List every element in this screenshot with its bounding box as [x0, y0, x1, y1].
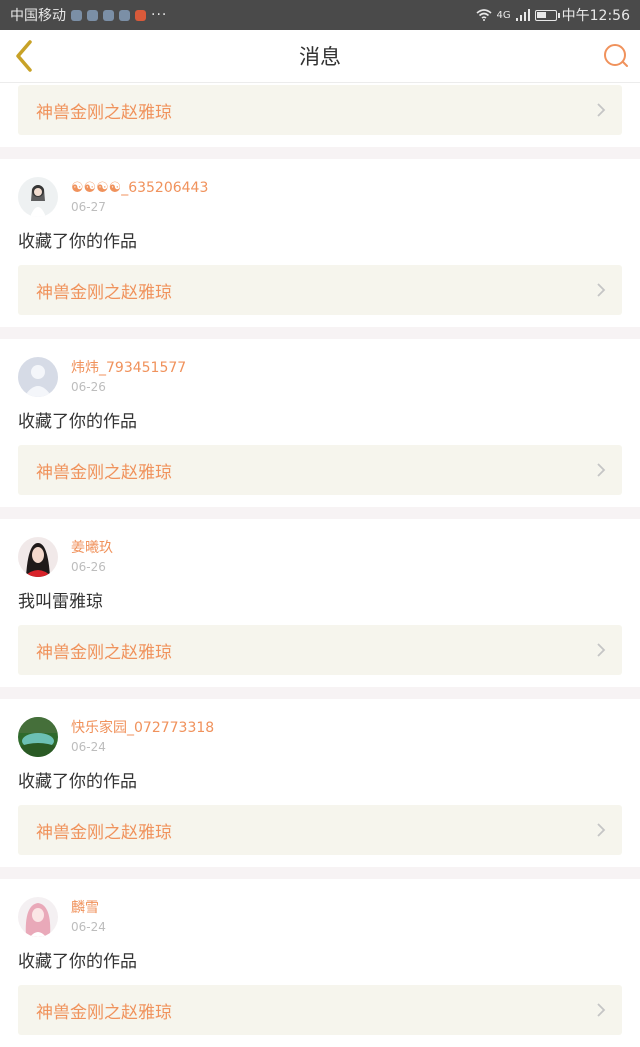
more-notifications-icon: ···	[151, 7, 168, 23]
chevron-right-icon	[597, 283, 606, 297]
username[interactable]: 麟雪	[71, 899, 106, 917]
app-notification-icon	[103, 9, 114, 21]
search-icon[interactable]	[602, 42, 630, 70]
work-link[interactable]: 神兽金刚之赵雅琼	[18, 445, 622, 495]
battery-icon	[534, 9, 560, 21]
message-date: 06-26	[71, 559, 106, 574]
chevron-right-icon	[597, 1003, 606, 1017]
chevron-right-icon	[597, 643, 606, 657]
work-link[interactable]: 神兽金刚之赵雅琼	[18, 265, 622, 315]
avatar[interactable]	[18, 897, 58, 937]
app-notification-icon	[119, 9, 130, 21]
chevron-left-icon[interactable]	[10, 38, 40, 74]
avatar[interactable]	[18, 537, 58, 577]
carrier-label: 中国移动	[10, 8, 66, 24]
chevron-right-icon	[597, 823, 606, 837]
message-date: 06-26	[71, 379, 106, 394]
signal-icon	[515, 9, 530, 21]
username[interactable]: 炜炜_793451577	[71, 359, 186, 377]
work-title: 神兽金刚之赵雅琼	[36, 642, 172, 663]
work-link[interactable]: 神兽金刚之赵雅琼	[18, 625, 622, 675]
avatar[interactable]	[18, 357, 58, 397]
message-text: 收藏了你的作品	[18, 232, 137, 252]
separator	[0, 507, 640, 519]
avatar[interactable]	[18, 177, 58, 217]
work-title: 神兽金刚之赵雅琼	[36, 462, 172, 483]
separator	[0, 147, 640, 159]
message-text: 收藏了你的作品	[18, 952, 137, 972]
message-text: 我叫雷雅琼	[18, 592, 103, 612]
username[interactable]: 姜曦玖	[71, 539, 113, 557]
clock: 中午12:56	[561, 8, 630, 24]
battery-level	[536, 11, 546, 18]
separator	[0, 687, 640, 699]
message-header: 快乐家园_072773318 06-24	[0, 717, 640, 757]
work-link[interactable]: 神兽金刚之赵雅琼	[18, 85, 622, 135]
page-title: 消息	[299, 45, 341, 69]
message-header: ☯☯☯☯_635206443 06-27	[0, 177, 640, 217]
username[interactable]: 快乐家园_072773318	[71, 719, 214, 737]
video-notification-icon	[135, 9, 146, 21]
app-notification-icon	[71, 9, 82, 21]
message-date: 06-24	[71, 739, 106, 754]
separator	[0, 867, 640, 879]
work-title: 神兽金刚之赵雅琼	[36, 822, 172, 843]
avatar[interactable]	[18, 717, 58, 757]
app-notification-icon	[87, 9, 98, 21]
username[interactable]: ☯☯☯☯_635206443	[71, 179, 208, 197]
message-text: 收藏了你的作品	[18, 412, 137, 432]
chevron-right-icon	[597, 463, 606, 477]
message-date: 06-24	[71, 919, 106, 934]
list-item: 神兽金刚之赵雅琼	[0, 82, 640, 147]
chevron-right-icon	[597, 103, 606, 117]
list-item: 麟雪 06-24 收藏了你的作品 神兽金刚之赵雅琼	[0, 879, 640, 1047]
message-header: 姜曦玖 06-26	[0, 537, 640, 577]
work-title: 神兽金刚之赵雅琼	[36, 1002, 172, 1023]
work-title: 神兽金刚之赵雅琼	[36, 102, 172, 123]
message-header: 炜炜_793451577 06-26	[0, 357, 640, 397]
list-item: 快乐家园_072773318 06-24 收藏了你的作品 神兽金刚之赵雅琼	[0, 699, 640, 867]
separator	[0, 327, 640, 339]
list-item: 姜曦玖 06-26 我叫雷雅琼 神兽金刚之赵雅琼	[0, 519, 640, 687]
message-list: 神兽金刚之赵雅琼 ☯☯☯☯_635206443 06-27 收藏了你的作品 神兽…	[0, 82, 640, 1047]
network-type-label: 4G	[496, 9, 511, 21]
message-date: 06-27	[71, 199, 106, 214]
app-header: 消息	[0, 30, 640, 83]
list-item: 炜炜_793451577 06-26 收藏了你的作品 神兽金刚之赵雅琼	[0, 339, 640, 507]
message-text: 收藏了你的作品	[18, 772, 137, 792]
work-link[interactable]: 神兽金刚之赵雅琼	[18, 985, 622, 1035]
status-bar: 中国移动 ··· 4G 中午12:56	[0, 0, 640, 30]
work-title: 神兽金刚之赵雅琼	[36, 282, 172, 303]
wifi-icon	[475, 9, 492, 21]
list-item: ☯☯☯☯_635206443 06-27 收藏了你的作品 神兽金刚之赵雅琼	[0, 159, 640, 327]
work-link[interactable]: 神兽金刚之赵雅琼	[18, 805, 622, 855]
message-header: 麟雪 06-24	[0, 897, 640, 937]
